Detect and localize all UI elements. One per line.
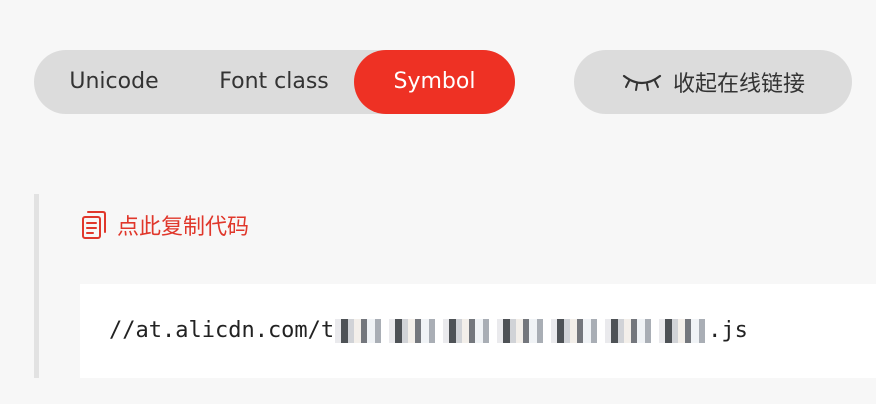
copy-icon (81, 210, 107, 240)
code-url-prefix: //at.alicdn.com/t (109, 318, 335, 343)
closed-eye-icon (621, 72, 663, 92)
tab-symbol[interactable]: Symbol (354, 50, 515, 114)
copy-code-label: 点此复制代码 (117, 215, 250, 240)
code-panel: 点此复制代码 //at.alicdn.com/t .js (34, 194, 876, 378)
collapse-online-link-button[interactable]: 收起在线链接 (574, 50, 852, 114)
code-snippet[interactable]: //at.alicdn.com/t .js (109, 284, 748, 378)
tab-unicode[interactable]: Unicode (54, 50, 174, 114)
iconfont-usage-page: Unicode Font class Symbol 收起在线链接 点此复制代码 … (0, 0, 876, 404)
mode-tabs: Unicode Font class Symbol (34, 50, 515, 114)
redacted-url-segment (335, 319, 708, 343)
code-url-suffix: .js (708, 318, 748, 343)
copy-code-link[interactable]: 点此复制代码 (81, 210, 249, 240)
collapse-online-link-label: 收起在线链接 (672, 72, 805, 97)
code-snippet-box: //at.alicdn.com/t .js (80, 284, 876, 378)
tab-font-class[interactable]: Font class (204, 50, 344, 114)
